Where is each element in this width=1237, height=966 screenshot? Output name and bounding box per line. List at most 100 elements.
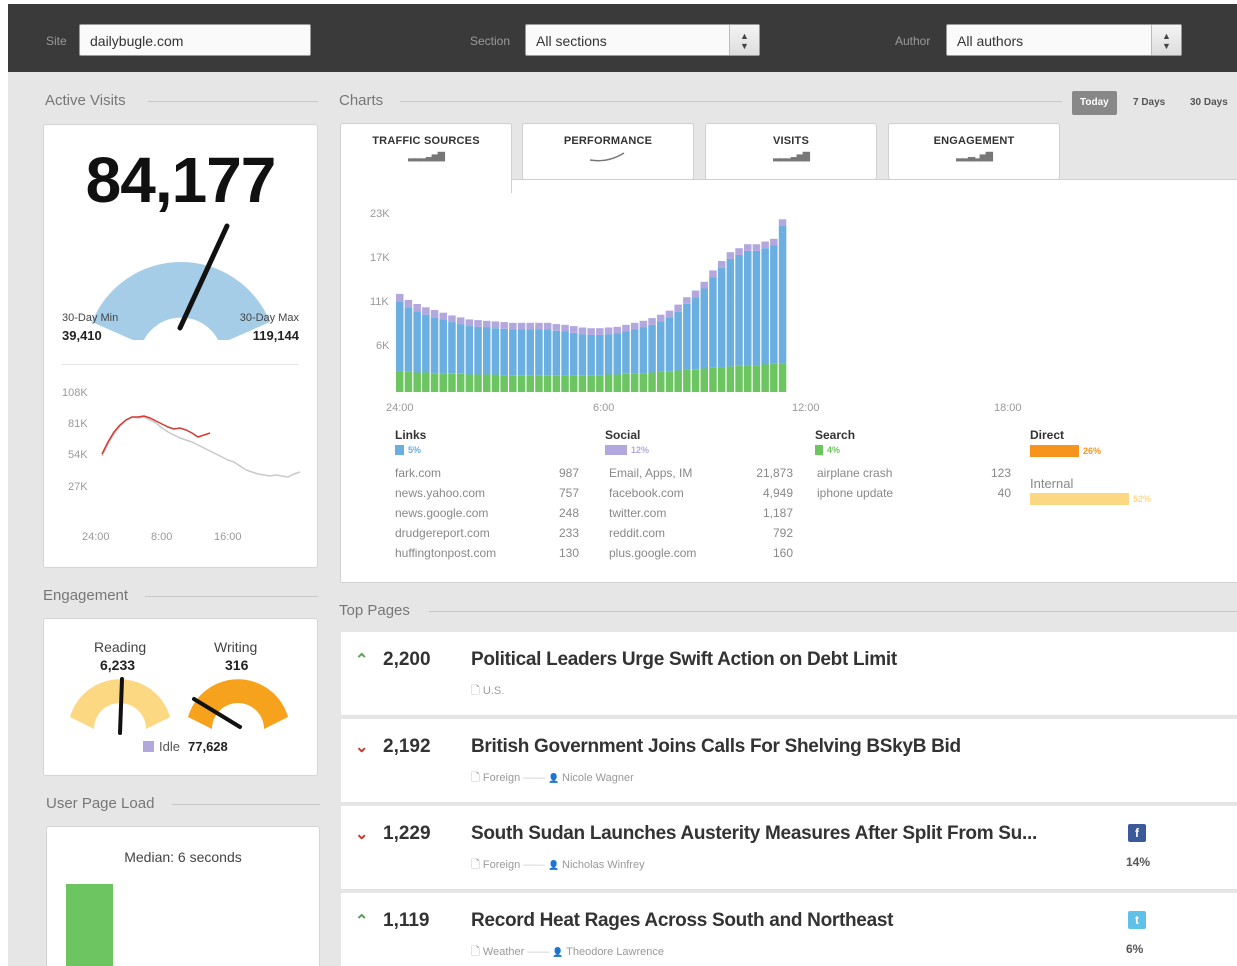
traffic-bar-social-segment	[578, 327, 587, 335]
top-page-author[interactable]: Nicholas Winfrey	[562, 859, 645, 871]
page-load-median: Median: 6 seconds	[124, 849, 242, 865]
author-select[interactable]: All authors ▲ ▼	[946, 24, 1182, 56]
traffic-bar-links-segment	[543, 329, 552, 376]
trend-y-tick: 27K	[68, 481, 88, 493]
meta-separator: ——	[520, 772, 549, 784]
reading-label: Reading	[94, 639, 147, 655]
traffic-bar-social-segment	[604, 327, 613, 335]
traffic-bar-search-segment	[439, 373, 447, 392]
top-page-title-link[interactable]: British Government Joins Calls For Shelv…	[471, 736, 961, 758]
trend-y-tick: 54K	[68, 449, 88, 461]
author-label: Author	[895, 34, 931, 48]
meta-separator: ——	[520, 859, 549, 871]
traffic-bar-social-segment	[735, 248, 743, 255]
social-count: 792	[772, 526, 793, 540]
traffic-bar-links-segment	[665, 317, 674, 372]
social-source[interactable]: reddit.com	[609, 526, 665, 540]
top-page-meta: 🗋 U.S.	[471, 682, 504, 701]
links-swatch	[395, 445, 404, 455]
top-page-section[interactable]: Foreign	[483, 859, 520, 871]
direct-title: Direct	[1030, 428, 1065, 442]
top-page-section[interactable]: Foreign	[483, 772, 520, 784]
traffic-bar-links-segment	[709, 277, 717, 368]
traffic-bar-search-segment	[543, 375, 552, 392]
charts-rule	[400, 101, 1062, 102]
traffic-bar-links-segment	[683, 304, 691, 370]
links-source[interactable]: huffingtonpost.com	[395, 546, 496, 560]
author-select-arrows-icon[interactable]: ▲ ▼	[1151, 25, 1181, 55]
social-source[interactable]: plus.google.com	[609, 546, 696, 560]
top-page-section[interactable]: Weather	[483, 946, 524, 958]
top-page-row[interactable]: ⌄ 2,192 British Government Joins Calls For…	[341, 719, 1237, 803]
tab-traffic-sources[interactable]: TRAFFIC SOURCES ▂▂▂▃▅▇	[340, 123, 512, 193]
search-source[interactable]: iphone update	[817, 486, 893, 500]
traffic-bar-social-segment	[570, 326, 578, 333]
traffic-bar-links-segment	[761, 248, 769, 365]
top-page-count: 1,119	[383, 910, 430, 931]
social-source[interactable]: facebook.com	[609, 486, 684, 500]
links-source[interactable]: news.google.com	[395, 506, 488, 520]
site-input[interactable]: dailybugle.com	[79, 24, 311, 56]
range-today-button[interactable]: Today	[1072, 91, 1117, 115]
writing-label: Writing	[214, 639, 258, 655]
top-page-author[interactable]: Theodore Lawrence	[566, 946, 664, 958]
section-select[interactable]: All sections ▲ ▼	[525, 24, 760, 56]
traffic-bar-links-segment	[596, 334, 604, 376]
tab-visits[interactable]: VISITS ▂▂▂▃▅▇	[705, 123, 877, 180]
top-page-row[interactable]: ⌃ 2,200 Political Leaders Urge Swift Actio…	[341, 632, 1237, 716]
range-7-days-button[interactable]: 7 Days	[1125, 91, 1173, 115]
min-value: 39,410	[62, 328, 102, 343]
social-source[interactable]: twitter.com	[609, 506, 666, 520]
top-page-title-link[interactable]: South Sudan Launches Austerity Measures …	[471, 823, 1037, 845]
section-select-arrows-icon[interactable]: ▲ ▼	[729, 25, 759, 55]
top-page-author[interactable]: Nicole Wagner	[562, 772, 634, 784]
search-source[interactable]: airplane crash	[817, 466, 892, 480]
bar-chart-icon: ▂▂▂▃▅▇	[773, 151, 810, 161]
top-page-row[interactable]: ⌃ 1,119 Record Heat Rages Across South and…	[341, 893, 1237, 966]
trend-down-icon: ⌄	[355, 739, 369, 756]
links-count: 248	[558, 506, 579, 520]
document-icon: 🗋	[471, 946, 483, 958]
links-source[interactable]: drudgereport.com	[395, 526, 490, 540]
links-title: Links	[395, 428, 427, 442]
traffic-bar-links-segment	[744, 250, 752, 366]
bar-chart-icon: ▂▂▂▃▅▇	[408, 151, 445, 161]
links-source[interactable]: fark.com	[395, 466, 441, 480]
chart-y-tick: 11K	[370, 296, 389, 308]
traffic-bar-search-segment	[674, 370, 682, 392]
traffic-bar-social-segment	[526, 322, 534, 330]
traffic-bar-search-segment	[596, 375, 604, 392]
traffic-bar-search-segment	[683, 369, 691, 392]
document-icon: 🗋	[471, 859, 483, 871]
page-load-rule	[172, 804, 320, 805]
traffic-bar-search-segment	[517, 375, 526, 392]
tab-engagement[interactable]: ENGAGEMENT ▂▂▃▂▅▇	[888, 123, 1060, 180]
traffic-bar-search-segment	[526, 375, 534, 392]
traffic-bar-social-segment	[465, 319, 474, 327]
engagement-rule	[145, 596, 318, 597]
tab-performance[interactable]: PERFORMANCE	[522, 123, 694, 180]
range-30-days-button[interactable]: 30 Days	[1182, 91, 1236, 115]
search-swatch	[815, 445, 823, 455]
top-page-title-link[interactable]: Record Heat Rages Across South and North…	[471, 910, 893, 932]
top-page-row[interactable]: ⌄ 1,229 South Sudan Launches Austerity Mea…	[341, 806, 1237, 890]
traffic-bar-social-segment	[665, 310, 674, 318]
traffic-bar-links-segment	[770, 245, 778, 364]
traffic-bar-search-segment	[744, 365, 752, 392]
page-load-bar	[66, 884, 113, 966]
traffic-bar-links-segment	[483, 327, 491, 375]
idle-label: Idle	[159, 739, 180, 754]
active-visits-rule	[148, 101, 318, 102]
author-icon: 👤	[548, 773, 563, 783]
top-page-title-link[interactable]: Political Leaders Urge Swift Action on D…	[471, 649, 897, 671]
top-pages-rule	[429, 611, 1237, 612]
traffic-bar-search-segment	[735, 365, 743, 392]
traffic-bar-social-segment	[700, 281, 708, 289]
traffic-bar-search-segment	[630, 373, 639, 392]
top-page-section[interactable]: U.S.	[483, 685, 504, 697]
traffic-bar-links-segment	[456, 324, 465, 374]
links-source[interactable]: news.yahoo.com	[395, 486, 485, 500]
trend-x-tick: 24:00	[82, 531, 110, 543]
social-source[interactable]: Email, Apps, IM	[609, 466, 692, 480]
traffic-bar-social-segment	[596, 328, 604, 335]
